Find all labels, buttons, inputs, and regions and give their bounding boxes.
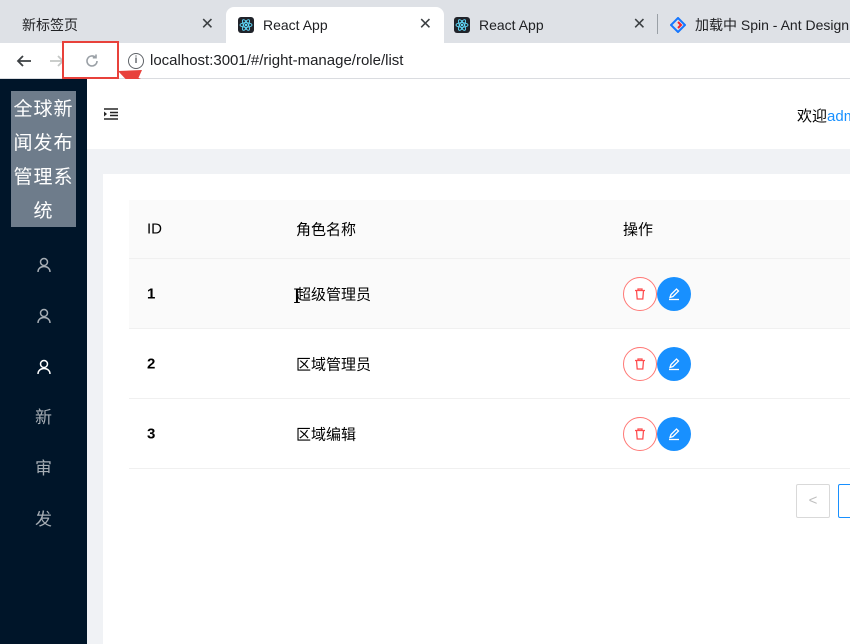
table-row: 2 区域管理员 xyxy=(129,329,850,399)
tab-close-icon[interactable]: ✕ xyxy=(633,16,646,34)
delete-button[interactable] xyxy=(623,346,657,381)
app-logo-text: 全球新闻发布管理系统 xyxy=(13,99,74,222)
tab-ant-design-spin[interactable]: 加载中 Spin - Ant Design xyxy=(660,7,850,43)
role-id: 3 xyxy=(147,425,156,442)
sidebar-item-publish[interactable]: 发 xyxy=(0,500,87,540)
back-button[interactable] xyxy=(12,49,36,73)
table-row: 1 超级管理员 xyxy=(129,259,850,329)
tab-title: React App xyxy=(263,17,328,33)
sidebar-item-news[interactable]: 新 xyxy=(0,398,87,438)
app-logo: 全球新闻发布管理系统 xyxy=(11,91,76,227)
role-name: 区域编辑 xyxy=(296,426,357,443)
text-cursor-icon: I xyxy=(293,284,301,308)
user-icon xyxy=(36,359,51,374)
react-favicon-icon xyxy=(238,17,254,33)
sidebar-item-label: 审 xyxy=(35,459,52,478)
arrow-left-icon xyxy=(16,55,31,67)
address-bar[interactable]: localhost:3001/#/right-manage/role/list xyxy=(150,52,403,69)
delete-icon xyxy=(635,427,645,440)
sidebar-item-label: 新 xyxy=(35,408,52,427)
site-info-icon[interactable]: i xyxy=(128,53,144,69)
column-header-role-name: 角色名称 xyxy=(296,221,357,239)
tab-react-app-active[interactable]: React App ✕ xyxy=(226,7,444,43)
edit-button[interactable] xyxy=(657,416,691,451)
browser-toolbar: i localhost:3001/#/right-manage/role/lis… xyxy=(0,43,850,79)
column-header-actions: 操作 xyxy=(623,221,654,239)
sidebar-item-user-1[interactable] xyxy=(0,244,87,284)
top-header: 欢迎adm xyxy=(87,79,850,149)
role-id: 1 xyxy=(147,285,156,302)
role-name: 超级管理员 xyxy=(296,286,372,303)
annotation-highlight-box xyxy=(62,41,119,79)
table-row: 3 区域编辑 xyxy=(129,399,850,469)
role-id: 2 xyxy=(147,355,156,372)
pagination-prev-button[interactable]: < xyxy=(796,484,830,518)
tab-title: 加载中 Spin - Ant Design xyxy=(695,17,850,33)
edit-button[interactable] xyxy=(657,276,691,311)
delete-icon xyxy=(635,357,645,370)
tab-close-icon[interactable]: ✕ xyxy=(201,16,214,34)
sidebar-item-label: 发 xyxy=(35,510,52,529)
sidebar-item-user-2[interactable] xyxy=(0,295,87,335)
column-header-id: ID xyxy=(147,220,162,238)
welcome-text: 欢迎adm xyxy=(797,105,850,126)
table-header: ID 角色名称 操作 xyxy=(129,200,850,259)
delete-button[interactable] xyxy=(623,276,657,311)
user-icon xyxy=(36,257,51,272)
edit-button[interactable] xyxy=(657,346,691,381)
sidebar-item-audit[interactable]: 审 xyxy=(0,449,87,489)
delete-button[interactable] xyxy=(623,416,657,451)
username[interactable]: adm xyxy=(827,108,850,125)
edit-icon xyxy=(668,427,680,440)
welcome-label: 欢迎 xyxy=(797,108,828,125)
tab-close-icon[interactable]: ✕ xyxy=(419,16,432,34)
sidebar-item-user-3[interactable] xyxy=(0,346,87,386)
delete-icon xyxy=(635,287,645,300)
edit-icon xyxy=(668,357,680,370)
sidebar: 全球新闻发布管理系统 新 审 发 xyxy=(0,79,87,644)
tab-title: React App xyxy=(479,17,544,33)
tab-divider xyxy=(657,14,658,34)
ant-design-favicon-icon xyxy=(669,16,687,34)
browser-tab-strip: 新标签页 ✕ React App ✕ React App ✕ 加载中 Spin … xyxy=(0,0,850,43)
edit-icon xyxy=(668,287,680,300)
role-name: 区域管理员 xyxy=(296,356,372,373)
tab-title: 新标签页 xyxy=(22,17,78,33)
react-favicon-icon xyxy=(454,17,470,33)
user-icon xyxy=(36,308,51,323)
menu-unfold-icon[interactable] xyxy=(103,106,119,122)
role-table: ID 角色名称 操作 1 超级管理员 2 区域管理员 3 区域编辑 xyxy=(129,200,850,469)
pagination-page-button[interactable] xyxy=(838,484,850,518)
tab-react-app[interactable]: React App ✕ xyxy=(444,7,658,43)
tab-new-tab[interactable]: 新标签页 ✕ xyxy=(8,7,226,43)
